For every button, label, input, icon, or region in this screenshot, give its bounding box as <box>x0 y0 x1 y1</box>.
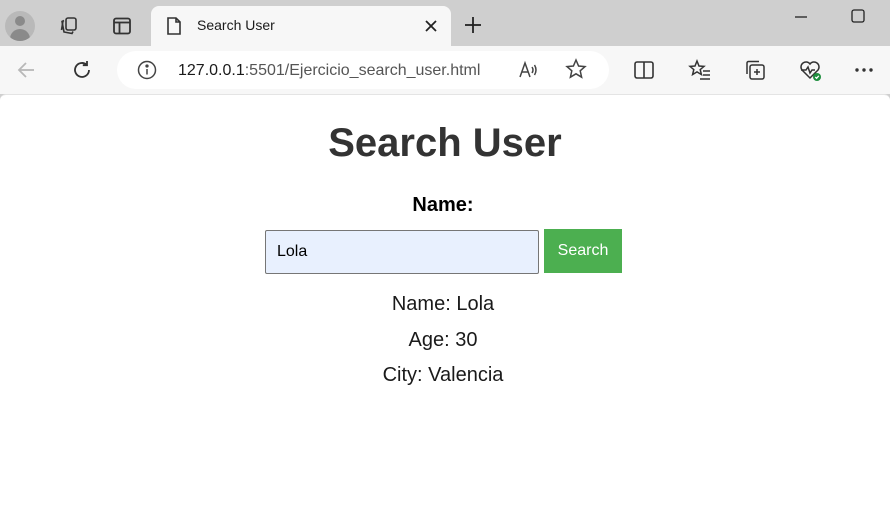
split-screen-icon[interactable] <box>628 54 660 86</box>
url-path: :5501/Ejercicio_search_user.html <box>244 62 481 79</box>
vertical-tabs-icon[interactable] <box>105 9 139 43</box>
close-icon[interactable] <box>421 16 441 36</box>
collections-icon[interactable] <box>739 54 771 86</box>
browser-toolbar: 127.0.0.1:5501/Ejercicio_search_user.htm… <box>0 46 890 94</box>
workspaces-icon[interactable] <box>52 9 86 43</box>
info-icon[interactable] <box>137 60 157 85</box>
minimize-icon[interactable] <box>786 4 816 28</box>
search-input[interactable] <box>265 230 539 274</box>
address-bar[interactable]: 127.0.0.1:5501/Ejercicio_search_user.htm… <box>117 51 609 89</box>
tab-search-user[interactable]: Search User <box>151 6 451 46</box>
plus-icon[interactable] <box>460 12 486 38</box>
tab-strip: Search User <box>0 0 890 46</box>
maximize-icon[interactable] <box>843 4 873 28</box>
back-arrow-icon[interactable] <box>10 54 42 86</box>
page-title: Search User <box>328 121 562 165</box>
result-city: City: Valencia <box>382 364 504 386</box>
document-icon <box>165 16 183 41</box>
read-aloud-icon[interactable] <box>517 59 539 86</box>
result-age: Age: 30 <box>408 329 478 351</box>
page-content: Search User Name: Search Name: Lola Age:… <box>0 94 890 530</box>
refresh-icon[interactable] <box>66 54 98 86</box>
profile-avatar-icon[interactable] <box>5 11 35 41</box>
url-text[interactable]: 127.0.0.1:5501/Ejercicio_search_user.htm… <box>178 62 480 80</box>
name-label: Name: <box>412 194 474 216</box>
result-name: Name: Lola <box>391 293 495 315</box>
browser-essentials-icon[interactable] <box>794 54 826 86</box>
more-icon[interactable] <box>848 54 880 86</box>
url-host: 127.0.0.1 <box>178 62 245 79</box>
star-icon[interactable] <box>565 58 587 85</box>
tab-title: Search User <box>197 17 275 33</box>
favorites-icon[interactable] <box>684 54 716 86</box>
search-button[interactable]: Search <box>544 229 622 273</box>
